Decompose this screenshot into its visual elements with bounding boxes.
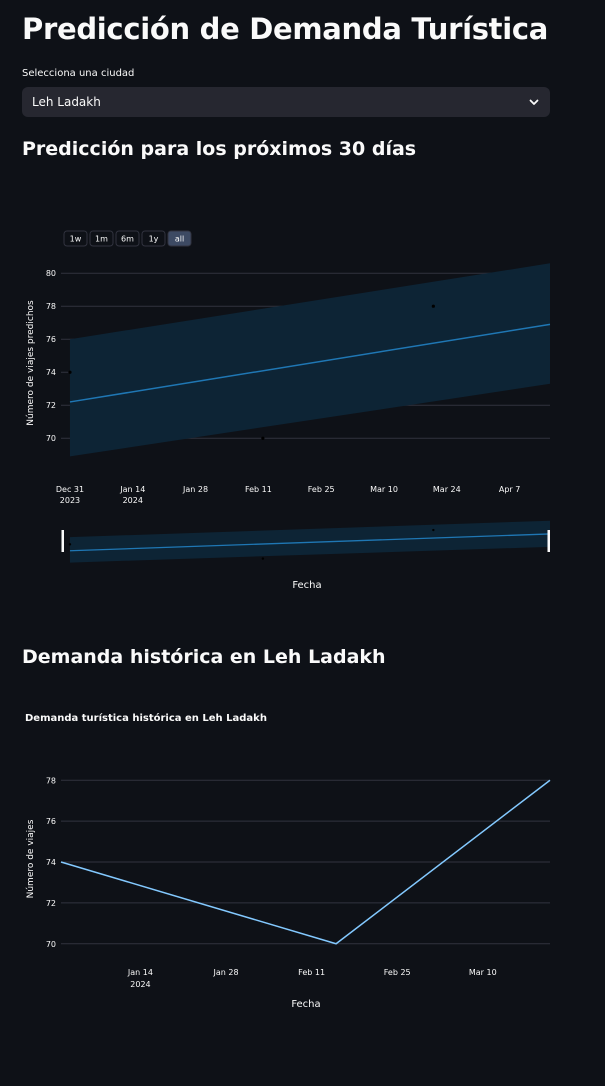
x-tick-year: 2024 <box>130 980 150 989</box>
x-tick-label: Jan 28 <box>213 968 239 977</box>
x-tick-label: Feb 11 <box>298 968 325 977</box>
y-tick-label: 70 <box>46 940 56 949</box>
x-tick-label: Mar 10 <box>469 968 497 977</box>
history-chart[interactable]: Demanda turística histórica en Leh Ladak… <box>0 0 605 1086</box>
y-tick-label: 78 <box>46 776 56 785</box>
y-axis-label: Número de viajes <box>26 819 36 898</box>
x-axis-label: Fecha <box>291 999 320 1010</box>
x-tick-label: Feb 25 <box>384 968 411 977</box>
y-tick-label: 74 <box>46 858 56 867</box>
x-tick-label: Jan 14 <box>127 968 153 977</box>
y-tick-label: 72 <box>46 899 56 908</box>
chart-title: Demanda turística histórica en Leh Ladak… <box>25 712 267 724</box>
y-tick-label: 76 <box>46 817 56 826</box>
